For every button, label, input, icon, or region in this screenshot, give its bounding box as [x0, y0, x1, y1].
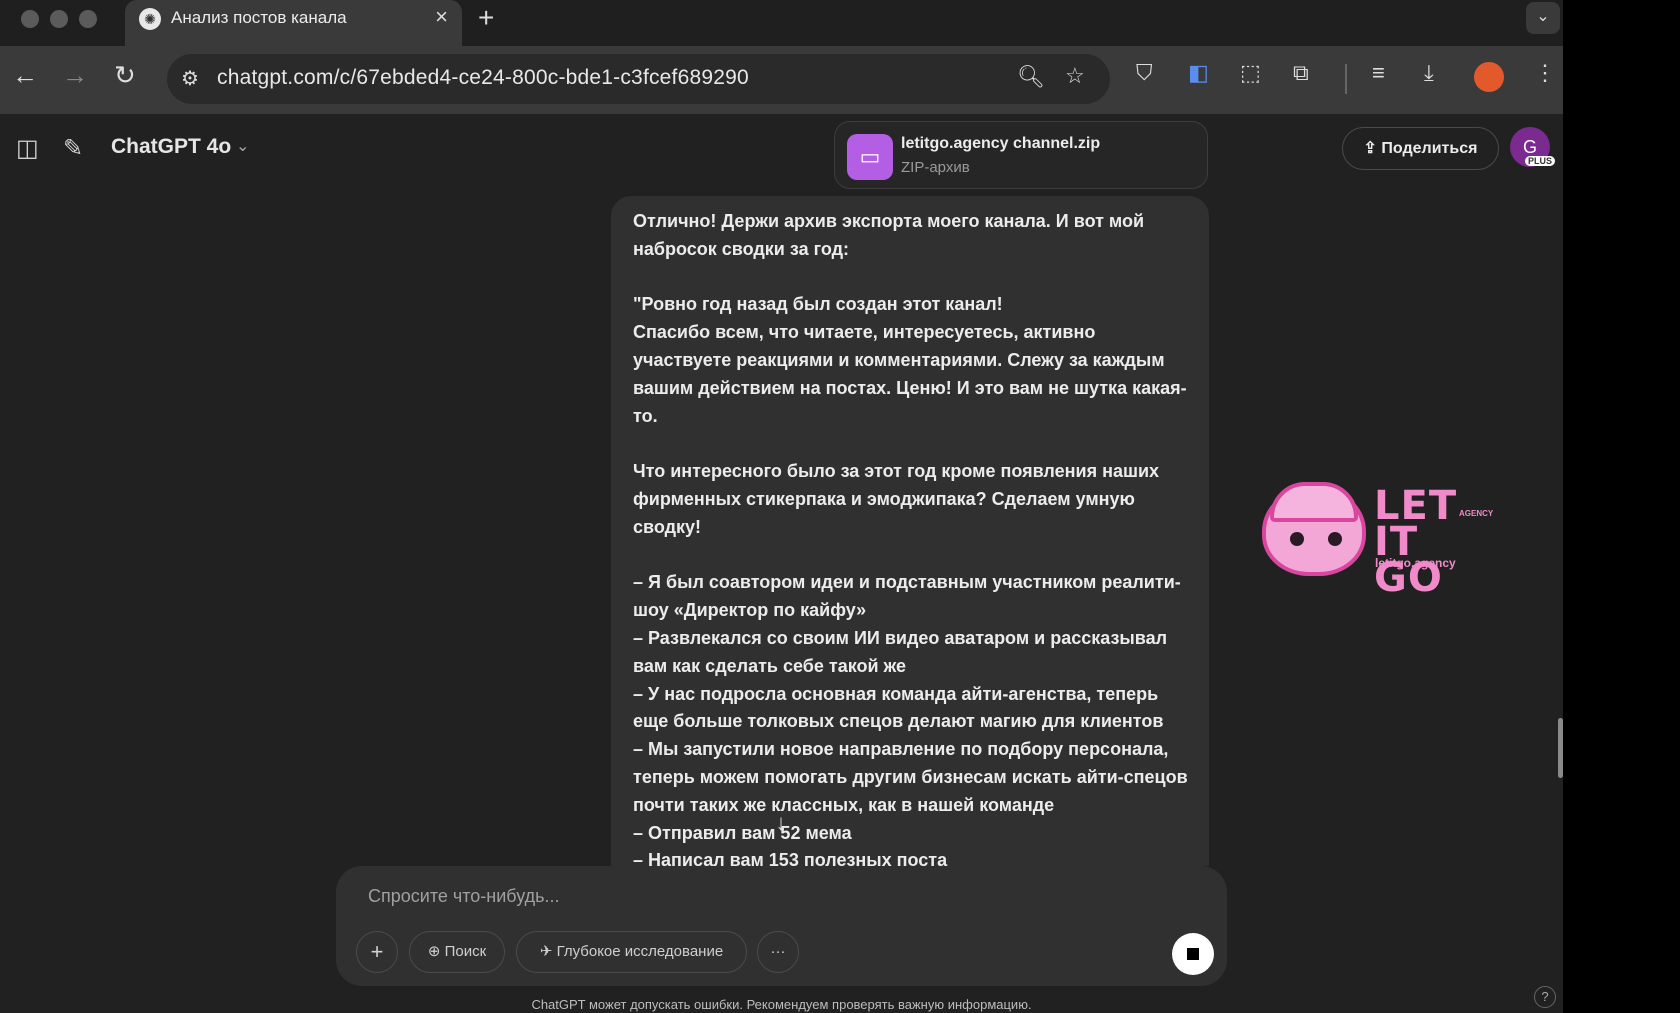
user-message-text: Отлично! Держи архив экспорта моего кана…	[633, 211, 1188, 866]
back-icon[interactable]: ←	[12, 60, 38, 91]
tab-search-button[interactable]: ⌄	[1526, 2, 1560, 34]
logo-mascot-eye	[1290, 532, 1304, 546]
screen-border	[1563, 0, 1680, 1013]
logo-agency-text: AGENCY	[1459, 509, 1494, 518]
extensions-icon[interactable]: ⧉	[1293, 60, 1309, 86]
folder-icon: ▭	[847, 134, 893, 180]
reload-icon[interactable]: ↻	[114, 60, 136, 91]
disclaimer-text: ChatGPT может допускать ошибки. Рекоменд…	[531, 997, 1032, 1012]
chatgpt-favicon-icon: ✺	[139, 8, 161, 30]
shield-extension-icon[interactable]: ⛉	[1136, 60, 1153, 86]
new-chat-icon[interactable]: ✎	[63, 134, 83, 163]
new-tab-button[interactable]: +	[478, 2, 494, 34]
media-icon[interactable]: ≡	[1372, 60, 1385, 86]
deep-research-label: Глубокое исследование	[556, 943, 724, 960]
close-window-button[interactable]	[21, 10, 39, 28]
download-icon[interactable]: ⤓	[1424, 60, 1434, 86]
sidebar-toggle-icon[interactable]: ◫	[16, 134, 39, 163]
user-message-bubble: Отлично! Держи архив экспорта моего кана…	[611, 196, 1209, 866]
attachment-type: ZIP-архив	[901, 159, 970, 176]
forward-icon[interactable]: →	[62, 60, 88, 91]
app-header: ◫ ✎ ChatGPT 4o ⌄ ▭ letitgo.agency channe…	[0, 114, 1563, 189]
browser-toolbar: ← → ↻ ⚙ chatgpt.com/c/67ebded4-ce24-800c…	[0, 46, 1563, 114]
profile-icon[interactable]	[1474, 62, 1504, 92]
logo-domain: letitgo.agency	[1375, 556, 1456, 570]
search-button[interactable]: ⊕ Поиск	[409, 931, 505, 973]
address-bar[interactable]: ⚙ chatgpt.com/c/67ebded4-ce24-800c-bde1-…	[167, 54, 1110, 104]
model-selector[interactable]: ChatGPT 4o	[111, 135, 231, 159]
site-settings-icon[interactable]: ⚙	[181, 66, 199, 91]
help-button[interactable]: ?	[1534, 986, 1556, 1008]
tab-active[interactable]: ✺ Анализ постов канала ×	[125, 0, 462, 46]
attachment-card[interactable]: ▭ letitgo.agency channel.zip ZIP-архив	[834, 121, 1208, 189]
url-text: chatgpt.com/c/67ebded4-ce24-800c-bde1-c3…	[217, 66, 749, 89]
toolbar-divider	[1345, 64, 1347, 94]
minimize-window-button[interactable]	[50, 10, 68, 28]
stop-icon	[1187, 948, 1199, 960]
tab-close-icon[interactable]: ×	[435, 4, 448, 30]
deep-research-button[interactable]: ✈ Глубокое исследование	[516, 931, 747, 973]
tab-title: Анализ постов канала	[171, 8, 347, 27]
bookmark-star-icon[interactable]: ☆	[1065, 63, 1085, 89]
logo-mascot-eye	[1328, 532, 1342, 546]
menu-icon[interactable]: ⋮	[1534, 60, 1556, 86]
chevron-down-icon[interactable]: ⌄	[236, 136, 249, 156]
logo-mascot-cap	[1270, 482, 1358, 522]
zoom-icon[interactable]: 🔍︎	[1017, 64, 1045, 90]
more-tools-button[interactable]: ···	[757, 931, 799, 973]
add-attachment-button[interactable]: +	[356, 931, 398, 973]
share-icon: ⇪	[1363, 140, 1382, 157]
maximize-window-button[interactable]	[79, 10, 97, 28]
globe-icon: ⊕	[427, 943, 445, 960]
composer: + ⊕ Поиск ✈ Глубокое исследование ···	[336, 866, 1227, 986]
translate-icon[interactable]: ◧	[1188, 60, 1209, 86]
letitgo-logo: LET IT GO AGENCY letitgo.agency	[1262, 480, 1493, 598]
telescope-icon: ✈	[539, 943, 557, 960]
prompt-input[interactable]	[368, 886, 1068, 907]
browser-window: ✺ Анализ постов канала × + ⌄ ← → ↻ ⚙ cha…	[0, 0, 1563, 1013]
share-label: Поделиться	[1381, 140, 1478, 157]
tab-strip: ✺ Анализ постов канала × + ⌄	[0, 0, 1563, 50]
share-button[interactable]: ⇪ Поделиться	[1342, 127, 1499, 170]
search-button-label: Поиск	[444, 943, 487, 960]
stop-generating-button[interactable]	[1172, 933, 1214, 975]
logo-wordmark: LET IT GO	[1374, 486, 1482, 598]
plus-badge: PLUS	[1525, 156, 1556, 166]
attachment-name: letitgo.agency channel.zip	[901, 135, 1101, 152]
screenshot-icon[interactable]: ⬚	[1240, 60, 1261, 86]
scroll-down-arrow-icon[interactable]: ↓	[766, 810, 796, 840]
